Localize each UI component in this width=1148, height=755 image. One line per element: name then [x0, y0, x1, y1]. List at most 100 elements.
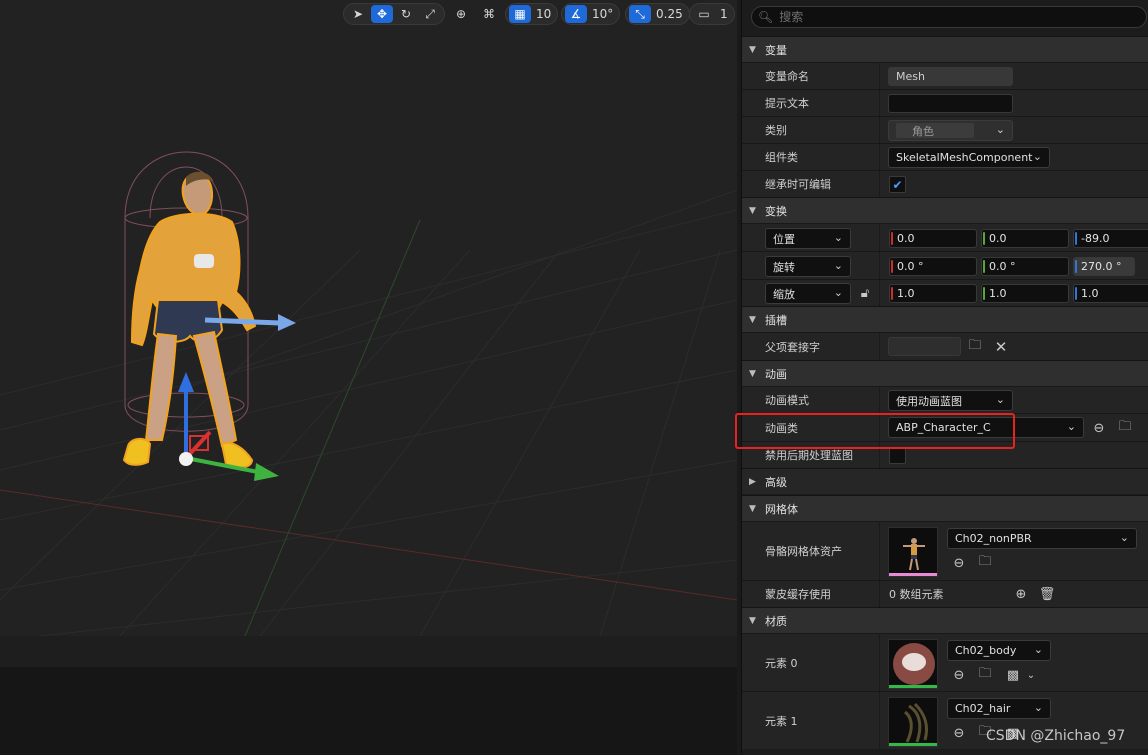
- snap-icon: ⌘: [483, 7, 495, 21]
- translate-mode-button[interactable]: ✥: [371, 5, 393, 23]
- use-selected-icon[interactable]: ⊖: [1090, 419, 1108, 437]
- section-advanced[interactable]: ▶ 高级: [742, 468, 1148, 494]
- prop-animation-mode: 动画模式 使用动画蓝图 ⌄: [742, 386, 1148, 413]
- rotate-mode-button[interactable]: ↻: [395, 5, 417, 23]
- prop-skin-cache: 蒙皮缓存使用 0 数组元素 ⊕ 🗑︎: [742, 580, 1148, 607]
- globe-icon: ⊕: [455, 7, 467, 21]
- section-variable[interactable]: ▼ 变量: [742, 36, 1148, 62]
- use-selected-icon[interactable]: ⊖: [950, 554, 968, 572]
- prop-disable-post-process: 禁用后期处理蓝图: [742, 441, 1148, 468]
- chevron-down-icon: ⌄: [995, 393, 1005, 406]
- material-1-thumbnail[interactable]: [888, 697, 938, 747]
- rotation-snap-value[interactable]: 10°: [589, 7, 616, 21]
- material-0-thumbnail[interactable]: [888, 639, 938, 689]
- prop-editable-inherit: 继承时可编辑 ✔: [742, 170, 1148, 197]
- move-icon: ✥: [376, 7, 388, 21]
- scale-x-input[interactable]: 1.0: [889, 284, 977, 303]
- camera-speed-value[interactable]: 1: [717, 7, 731, 21]
- rotation-y-input[interactable]: 0.0 °: [981, 257, 1069, 276]
- location-mode-combo[interactable]: 位置 ⌄: [765, 228, 851, 249]
- prop-category: 类别 角色 ⌄: [742, 116, 1148, 143]
- chevron-down-icon: ⌄: [995, 123, 1005, 136]
- category-combo[interactable]: 角色 ⌄: [888, 120, 1013, 141]
- search-input[interactable]: [779, 10, 1080, 24]
- scale-snap-icon: ⤡: [635, 6, 645, 21]
- animation-class-combo[interactable]: ABP_Character_C ⌄: [888, 417, 1084, 438]
- rotate-icon: ↻: [400, 7, 412, 21]
- scale-mode-button[interactable]: ⤢: [419, 5, 441, 23]
- chevron-down-icon[interactable]: ⌄: [1022, 666, 1040, 684]
- section-mesh[interactable]: ▼ 网格体: [742, 495, 1148, 521]
- level-viewport[interactable]: ➤ ✥ ↻ ⤢ ⊕ ⌘ ▦ 10 ∡ 10° ⤡ 0.25 ▭ 1: [0, 0, 737, 636]
- surface-snap-button[interactable]: ⌘: [478, 5, 500, 23]
- transform-mode-toolbar: ➤ ✥ ↻ ⤢: [343, 3, 445, 25]
- scale-mode-combo[interactable]: 缩放 ⌄: [765, 283, 851, 304]
- browse-asset-icon[interactable]: 🗀: [976, 554, 994, 572]
- expand-arrow-icon: ▼: [749, 205, 756, 216]
- rotation-z-input[interactable]: 270.0 °: [1073, 257, 1135, 276]
- expand-arrow-icon: ▼: [749, 44, 756, 55]
- cursor-icon: ➤: [352, 7, 364, 21]
- scale-snap-value[interactable]: 0.25: [653, 7, 686, 21]
- chevron-down-icon: ⌄: [1032, 150, 1042, 163]
- scale-z-input[interactable]: 1.0: [1073, 284, 1148, 303]
- grid-snap-group: ▦ 10: [505, 3, 559, 25]
- browse-asset-icon[interactable]: 🗀: [976, 666, 994, 684]
- grid-snap-value[interactable]: 10: [533, 7, 554, 21]
- rotation-mode-combo[interactable]: 旋转 ⌄: [765, 256, 851, 277]
- material-1-combo[interactable]: Ch02_hair ⌄: [947, 698, 1051, 719]
- rotation-snap-toggle[interactable]: ∡: [565, 5, 587, 23]
- section-animation[interactable]: ▼ 动画: [742, 360, 1148, 386]
- chevron-down-icon: ⌄: [1033, 701, 1043, 714]
- section-materials[interactable]: ▼ 材质: [742, 607, 1148, 633]
- scale-icon: ⤢: [425, 6, 435, 21]
- collapsed-arrow-icon: ▶: [749, 476, 756, 487]
- location-y-input[interactable]: 0.0: [981, 229, 1069, 248]
- prop-parent-socket: 父项套接字 🗀 ✕: [742, 332, 1148, 360]
- chevron-down-icon: ⌄: [1033, 643, 1043, 656]
- use-selected-icon[interactable]: ⊖: [950, 666, 968, 684]
- select-mode-button[interactable]: ➤: [347, 5, 369, 23]
- skeletal-mesh-thumbnail[interactable]: [888, 527, 938, 577]
- details-search: 🔍︎: [751, 6, 1147, 28]
- prop-tooltip: 提示文本: [742, 89, 1148, 116]
- tooltip-input[interactable]: [888, 94, 1013, 113]
- browse-socket-icon[interactable]: 🗀: [966, 338, 984, 356]
- section-transform[interactable]: ▼ 变换: [742, 197, 1148, 223]
- parent-socket-field[interactable]: [888, 337, 961, 356]
- component-class-combo[interactable]: SkeletalMeshComponent ⌄: [888, 147, 1050, 168]
- use-selected-icon[interactable]: ⊖: [950, 724, 968, 742]
- expand-arrow-icon: ▼: [749, 615, 756, 626]
- animation-mode-combo[interactable]: 使用动画蓝图 ⌄: [888, 390, 1013, 411]
- grid-snap-toggle[interactable]: ▦: [509, 5, 531, 23]
- checkmark-icon: ✔: [892, 177, 903, 192]
- world-local-toggle[interactable]: ⊕: [450, 5, 472, 23]
- browse-asset-icon[interactable]: 🗀: [1116, 419, 1134, 437]
- disable-post-process-checkbox[interactable]: [889, 447, 906, 464]
- variable-name-input[interactable]: Mesh: [888, 67, 1013, 86]
- skeletal-mesh-combo[interactable]: Ch02_nonPBR ⌄: [947, 528, 1137, 549]
- scale-snap-toggle[interactable]: ⤡: [629, 5, 651, 23]
- grid-icon: ▦: [514, 7, 526, 21]
- editable-inherit-checkbox[interactable]: ✔: [889, 176, 906, 193]
- clear-icon[interactable]: ✕: [992, 338, 1010, 356]
- expand-arrow-icon: ▼: [749, 368, 756, 379]
- chevron-down-icon: ⌄: [833, 231, 843, 244]
- section-sockets[interactable]: ▼ 插槽: [742, 306, 1148, 332]
- location-z-input[interactable]: -89.0: [1073, 229, 1148, 248]
- unlock-icon[interactable]: 🔓︎: [856, 284, 874, 302]
- prop-location: 位置 ⌄ 0.0 0.0 -89.0: [742, 223, 1148, 251]
- prop-material-element-0: 元素 0 Ch02_body ⌄ ⊖ 🗀 ▩ ⌄: [742, 633, 1148, 691]
- camera-speed-button[interactable]: ▭: [693, 5, 715, 23]
- trash-icon[interactable]: 🗑︎: [1038, 585, 1056, 603]
- add-element-icon[interactable]: ⊕: [1012, 585, 1030, 603]
- viewport-grid: [0, 151, 737, 636]
- checker-icon[interactable]: ▩: [1004, 666, 1022, 684]
- location-x-input[interactable]: 0.0: [889, 229, 977, 248]
- watermark: CSDN @Zhichao_97: [986, 728, 1126, 744]
- material-0-combo[interactable]: Ch02_body ⌄: [947, 640, 1051, 661]
- prop-rotation: 旋转 ⌄ 0.0 ° 0.0 ° 270.0 °: [742, 251, 1148, 279]
- scale-y-input[interactable]: 1.0: [981, 284, 1069, 303]
- rotation-x-input[interactable]: 0.0 °: [889, 257, 977, 276]
- mannequin-icon: [903, 538, 925, 571]
